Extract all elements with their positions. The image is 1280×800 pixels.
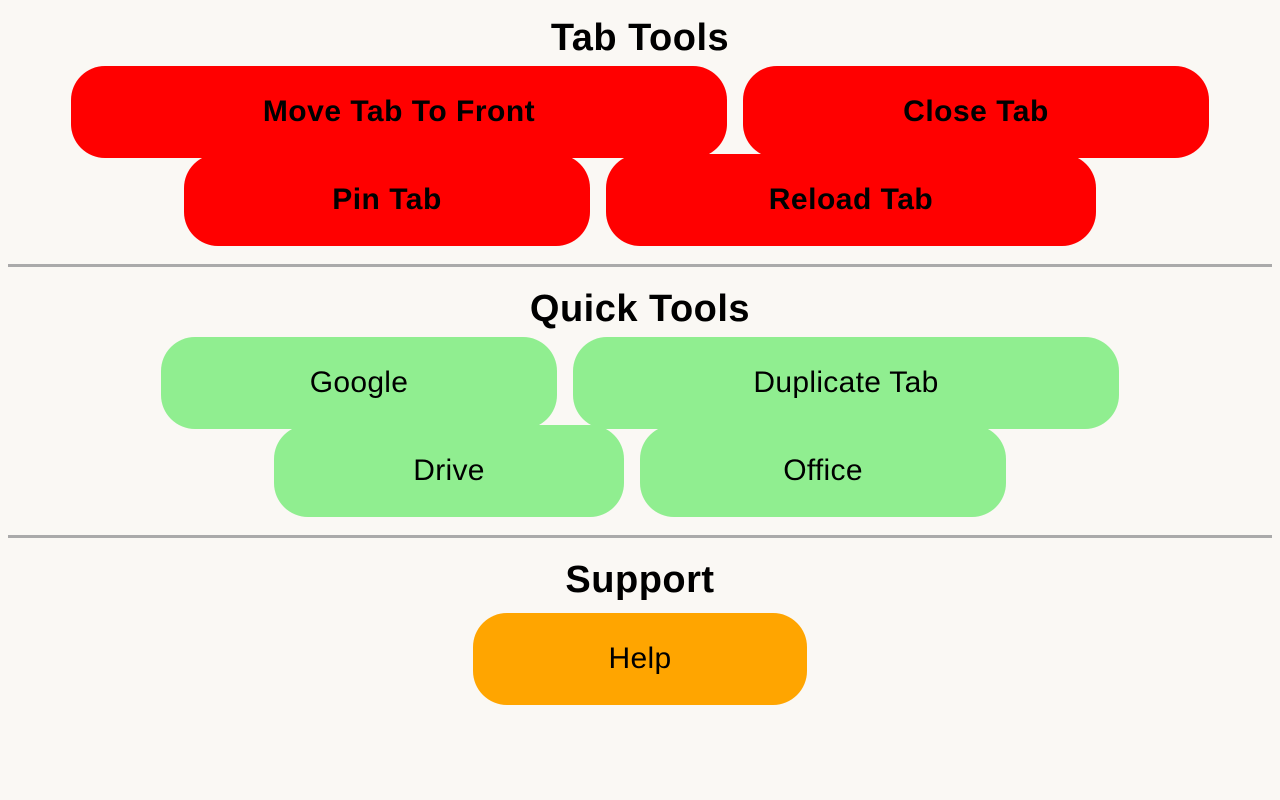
move-tab-to-front-button[interactable]: Move Tab To Front [71, 65, 727, 158]
section-title-quick-tools: Quick Tools [529, 287, 751, 330]
section-title-tab-tools: Tab Tools [550, 17, 730, 59]
divider-quick-tools-support [8, 534, 1272, 538]
reload-tab-button[interactable]: Reload Tab [606, 153, 1096, 246]
google-button[interactable]: Google [161, 336, 557, 429]
support-row-1: Help [0, 607, 1280, 706]
divider-tab-tools-quick-tools [8, 263, 1272, 267]
section-title-support: Support [565, 558, 715, 601]
pin-tab-button[interactable]: Pin Tab [184, 153, 590, 246]
help-button[interactable]: Help [473, 613, 807, 706]
drive-button[interactable]: Drive [274, 424, 624, 517]
quick-tools-row-2: Drive Office [0, 424, 1280, 517]
section-tab-tools: Tab Tools Move Tab To Front Close Tab Pi… [0, 8, 1280, 246]
section-quick-tools: Quick Tools Google Duplicate Tab Drive O… [0, 271, 1280, 517]
section-support: Support Help [0, 542, 1280, 706]
tab-tools-row-2: Pin Tab Reload Tab [0, 153, 1280, 246]
office-button[interactable]: Office [640, 424, 1006, 517]
duplicate-tab-button[interactable]: Duplicate Tab [573, 336, 1119, 429]
popup-root: Tab Tools Move Tab To Front Close Tab Pi… [0, 0, 1280, 800]
quick-tools-row-1: Google Duplicate Tab [0, 336, 1280, 429]
tab-tools-row-1: Move Tab To Front Close Tab [0, 65, 1280, 158]
close-tab-button[interactable]: Close Tab [743, 65, 1209, 158]
